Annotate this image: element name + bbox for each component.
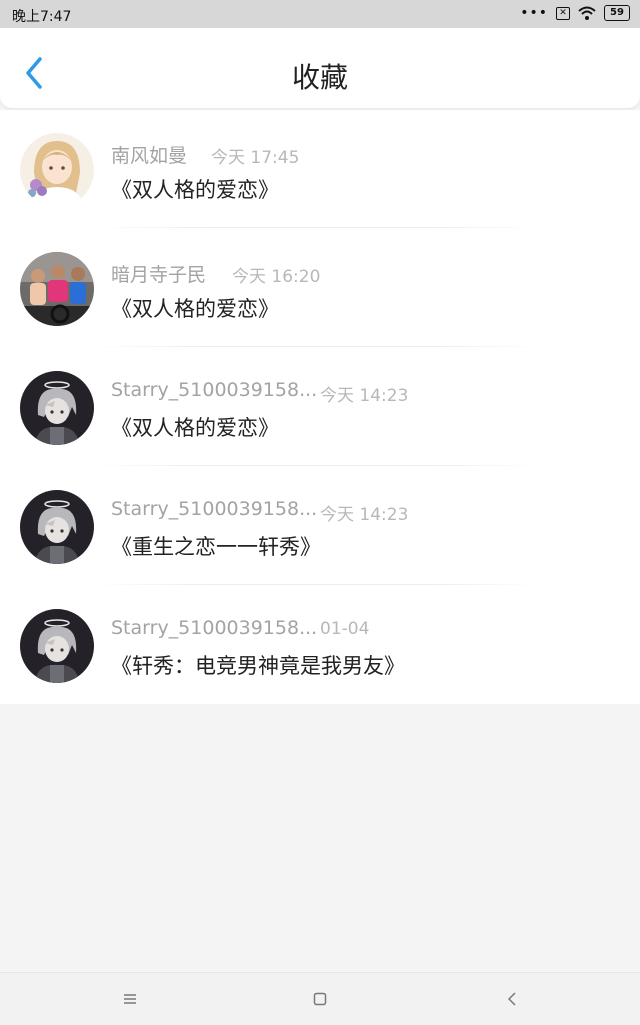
divider — [95, 465, 540, 466]
list-item[interactable]: 暗月寺子民 今天 16:20 《双人格的爱恋》 — [0, 229, 640, 347]
fitness-photo-avatar-icon — [20, 252, 94, 326]
item-time: 01-04 — [320, 619, 370, 639]
item-title[interactable]: 《双人格的爱恋》 — [111, 293, 279, 323]
home-button[interactable] — [308, 987, 332, 1011]
item-username[interactable]: Starry_5100039158... — [111, 379, 317, 401]
wifi-icon — [578, 6, 596, 20]
item-username[interactable]: 暗月寺子民 — [111, 260, 206, 287]
avatar[interactable] — [20, 252, 94, 326]
status-bar: 晚上7:47 ••• ✕ 59 — [0, 0, 640, 28]
no-sim-icon: ✕ — [556, 6, 570, 20]
avatar[interactable] — [20, 490, 94, 564]
item-time: 今天 16:20 — [232, 267, 321, 287]
avatar[interactable] — [20, 133, 94, 207]
avatar[interactable] — [20, 609, 94, 683]
anime-boy-avatar-icon — [20, 490, 94, 564]
menu-icon — [124, 994, 136, 1004]
list-item[interactable]: Starry_5100039158... 01-04 《轩秀：电竞男神竟是我男友… — [0, 586, 640, 704]
item-time: 今天 14:23 — [320, 386, 409, 406]
item-time: 今天 17:45 — [211, 148, 300, 168]
page-title: 收藏 — [291, 61, 348, 94]
divider — [95, 227, 540, 228]
system-nav-bar — [0, 972, 640, 1025]
item-title[interactable]: 《轩秀：电竞男神竟是我男友》 — [111, 650, 405, 680]
list-item[interactable]: Starry_5100039158... 今天 14:23 《双人格的爱恋》 — [0, 348, 640, 466]
avatar[interactable] — [20, 371, 94, 445]
item-username[interactable]: Starry_5100039158... — [111, 498, 317, 520]
more-dots-icon: ••• — [520, 5, 548, 21]
list-item[interactable]: 南风如曼 今天 17:45 《双人格的爱恋》 — [0, 110, 640, 228]
item-title[interactable]: 《重生之恋一一轩秀》 — [111, 531, 321, 561]
battery-icon: 59 — [604, 5, 630, 21]
anime-girl-avatar-icon — [20, 133, 94, 207]
menu-button[interactable] — [118, 987, 142, 1011]
item-username[interactable]: Starry_5100039158... — [111, 617, 317, 639]
back-chevron-icon — [507, 992, 516, 1006]
anime-boy-avatar-icon — [20, 371, 94, 445]
divider — [95, 584, 540, 585]
anime-boy-avatar-icon — [20, 609, 94, 683]
status-icons: ••• ✕ 59 — [520, 5, 630, 21]
top-bar: 收藏 — [0, 28, 640, 108]
status-time: 晚上7:47 — [12, 9, 72, 25]
divider — [95, 346, 540, 347]
list-item[interactable]: Starry_5100039158... 今天 14:23 《重生之恋一一轩秀》 — [0, 467, 640, 585]
item-title[interactable]: 《双人格的爱恋》 — [111, 412, 279, 442]
favorites-list: 南风如曼 今天 17:45 《双人格的爱恋》 暗月寺子民 今天 16:20 《双… — [0, 110, 640, 704]
item-title[interactable]: 《双人格的爱恋》 — [111, 174, 279, 204]
item-username[interactable]: 南风如曼 — [111, 141, 187, 168]
item-time: 今天 14:23 — [320, 505, 409, 525]
home-square-icon — [313, 992, 327, 1006]
nav-back-button[interactable] — [500, 987, 524, 1011]
